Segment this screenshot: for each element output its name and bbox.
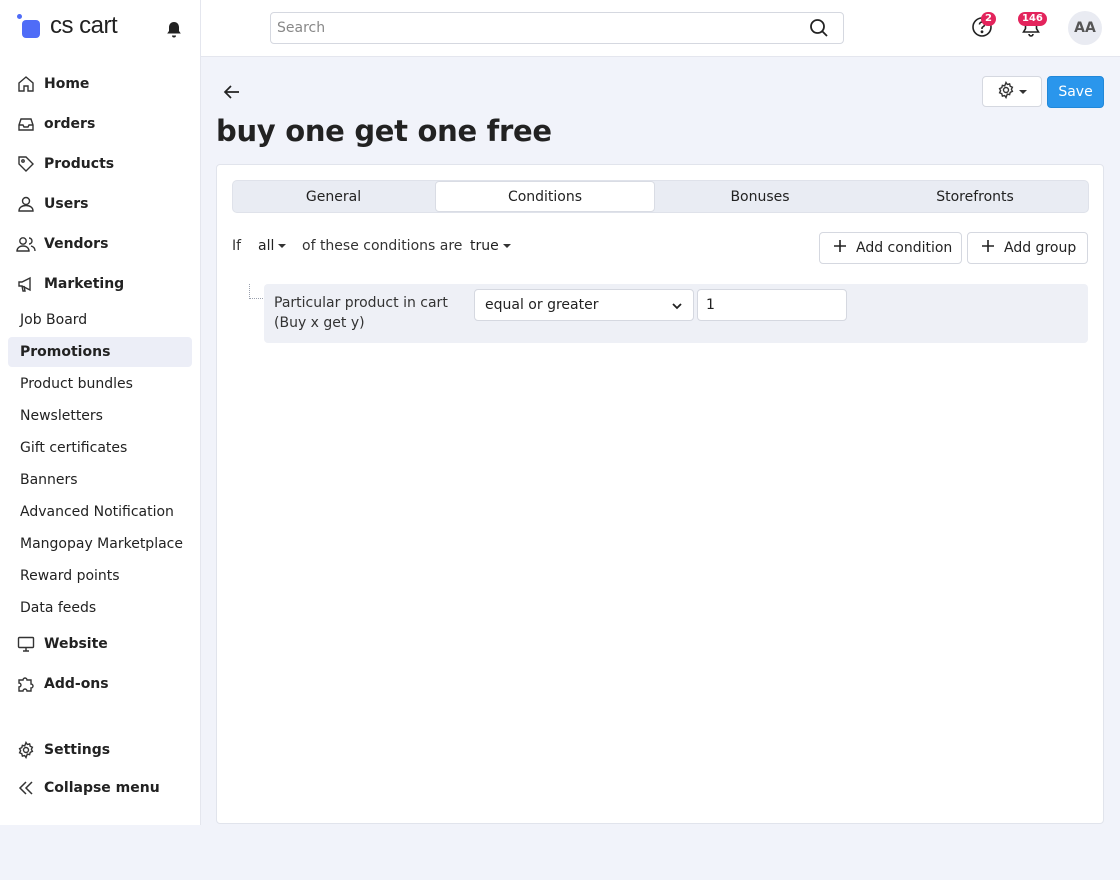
settings-dropdown-button[interactable] bbox=[982, 76, 1042, 107]
sidebar-item-label: Settings bbox=[44, 742, 111, 758]
tab-bonuses[interactable]: Bonuses bbox=[655, 182, 865, 212]
logo[interactable]: cs cart bbox=[16, 10, 118, 42]
sidebar-item-label: Advanced Notification bbox=[20, 504, 174, 520]
sidebar-item-job-board[interactable]: Job Board bbox=[8, 305, 192, 335]
add-condition-label: Add condition bbox=[856, 240, 953, 256]
help-badge: 2 bbox=[981, 12, 996, 26]
if-label: If bbox=[232, 238, 242, 254]
bell-icon[interactable] bbox=[164, 20, 184, 40]
user-icon bbox=[16, 194, 36, 214]
sidebar-item-orders[interactable]: orders bbox=[8, 109, 192, 139]
tab-conditions[interactable]: Conditions bbox=[435, 181, 655, 212]
gear-icon bbox=[997, 80, 1015, 103]
monitor-icon bbox=[16, 634, 36, 654]
home-icon bbox=[16, 74, 36, 94]
tab-bar: General Conditions Bonuses Storefronts bbox=[232, 180, 1089, 213]
sidebar-item-label: orders bbox=[44, 116, 96, 132]
sidebar-item-label: Users bbox=[44, 196, 89, 212]
truth-value: true bbox=[470, 238, 499, 254]
cs-cart-logo-icon bbox=[16, 12, 44, 40]
sidebar-item-website[interactable]: Website bbox=[8, 629, 192, 659]
sidebar-item-label: Marketing bbox=[44, 276, 125, 292]
sidebar: cs cart Home orders Products Users Vendo… bbox=[0, 0, 201, 825]
help-button[interactable]: 2 bbox=[971, 12, 996, 40]
conditions-text: of these conditions are bbox=[302, 238, 463, 254]
sidebar-item-add-ons[interactable]: Add-ons bbox=[8, 669, 192, 699]
inbox-icon bbox=[16, 114, 36, 134]
tab-general[interactable]: General bbox=[233, 182, 434, 212]
sidebar-item-newsletters[interactable]: Newsletters bbox=[8, 401, 192, 431]
notifications-badge: 146 bbox=[1018, 12, 1047, 26]
sidebar-item-advanced-notification[interactable]: Advanced Notification bbox=[8, 497, 192, 527]
truth-dropdown[interactable]: true bbox=[470, 238, 511, 254]
condition-label: Particular product in cart (Buy x get y) bbox=[274, 295, 448, 331]
operator-select[interactable]: equal or greater bbox=[474, 289, 694, 321]
tree-connector bbox=[249, 284, 263, 299]
search-icon[interactable] bbox=[809, 18, 829, 38]
sidebar-item-promotions[interactable]: Promotions bbox=[8, 337, 192, 367]
sidebar-item-label: Home bbox=[44, 76, 90, 92]
sidebar-item-label: Data feeds bbox=[20, 600, 97, 616]
sidebar-item-gift-certificates[interactable]: Gift certificates bbox=[8, 433, 192, 463]
sidebar-item-data-feeds[interactable]: Data feeds bbox=[8, 593, 192, 623]
gear-icon bbox=[16, 740, 36, 760]
sidebar-item-product-bundles[interactable]: Product bundles bbox=[8, 369, 192, 399]
operator-value: equal or greater bbox=[485, 297, 599, 313]
sidebar-item-settings[interactable]: Settings bbox=[8, 735, 192, 765]
sidebar-item-label: Gift certificates bbox=[20, 440, 128, 456]
condition-value-input[interactable]: 1 bbox=[697, 289, 847, 321]
caret-down-icon bbox=[1019, 89, 1027, 94]
sidebar-item-label: Banners bbox=[20, 472, 78, 488]
sidebar-item-label: Promotions bbox=[20, 344, 111, 360]
sidebar-item-label: Mangopay Marketplace bbox=[20, 536, 183, 552]
sidebar-item-home[interactable]: Home bbox=[8, 69, 192, 99]
sidebar-item-users[interactable]: Users bbox=[8, 189, 192, 219]
sidebar-item-reward-points[interactable]: Reward points bbox=[8, 561, 192, 591]
caret-down-icon bbox=[278, 244, 287, 248]
sidebar-item-label: Website bbox=[44, 636, 108, 652]
logo-text: cs cart bbox=[50, 12, 118, 39]
plus-icon bbox=[982, 240, 994, 256]
page-title: buy one get one free bbox=[216, 114, 552, 148]
sidebar-item-label: Vendors bbox=[44, 236, 109, 252]
match-value: all bbox=[258, 238, 275, 254]
search-box bbox=[270, 12, 844, 44]
sidebar-item-products[interactable]: Products bbox=[8, 149, 192, 179]
add-group-label: Add group bbox=[1004, 240, 1077, 256]
megaphone-icon bbox=[16, 274, 36, 294]
users-icon bbox=[16, 234, 36, 254]
sidebar-item-label: Product bundles bbox=[20, 376, 133, 392]
sidebar-item-label: Products bbox=[44, 156, 115, 172]
match-all-dropdown[interactable]: all bbox=[258, 238, 287, 254]
plus-icon bbox=[834, 240, 846, 256]
sidebar-item-label: Job Board bbox=[20, 312, 88, 328]
double-chevron-left-icon bbox=[16, 778, 36, 798]
puzzle-icon bbox=[16, 674, 36, 694]
sidebar-item-mangopay-marketplace[interactable]: Mangopay Marketplace bbox=[8, 529, 192, 559]
avatar[interactable]: AA bbox=[1068, 11, 1102, 45]
sidebar-item-label: Newsletters bbox=[20, 408, 103, 424]
sidebar-item-banners[interactable]: Banners bbox=[8, 465, 192, 495]
chevron-down-icon bbox=[671, 300, 683, 312]
sidebar-item-marketing[interactable]: Marketing bbox=[8, 269, 192, 299]
sidebar-item-label: Collapse menu bbox=[44, 780, 160, 796]
save-button[interactable]: Save bbox=[1047, 76, 1104, 108]
tag-icon bbox=[16, 154, 36, 174]
sidebar-item-label: Reward points bbox=[20, 568, 120, 584]
add-condition-button[interactable]: Add condition bbox=[819, 232, 962, 264]
notifications-button[interactable]: 146 bbox=[1018, 12, 1047, 40]
top-bar: 2 146 AA bbox=[201, 0, 1120, 57]
tab-storefronts[interactable]: Storefronts bbox=[865, 182, 1085, 212]
sidebar-item-vendors[interactable]: Vendors bbox=[8, 229, 192, 259]
add-group-button[interactable]: Add group bbox=[967, 232, 1088, 264]
back-arrow-icon[interactable] bbox=[222, 82, 242, 102]
caret-down-icon bbox=[502, 244, 511, 248]
sidebar-item-label: Add-ons bbox=[44, 676, 109, 692]
sidebar-item-collapse-menu[interactable]: Collapse menu bbox=[8, 773, 192, 803]
search-input[interactable] bbox=[271, 13, 791, 43]
